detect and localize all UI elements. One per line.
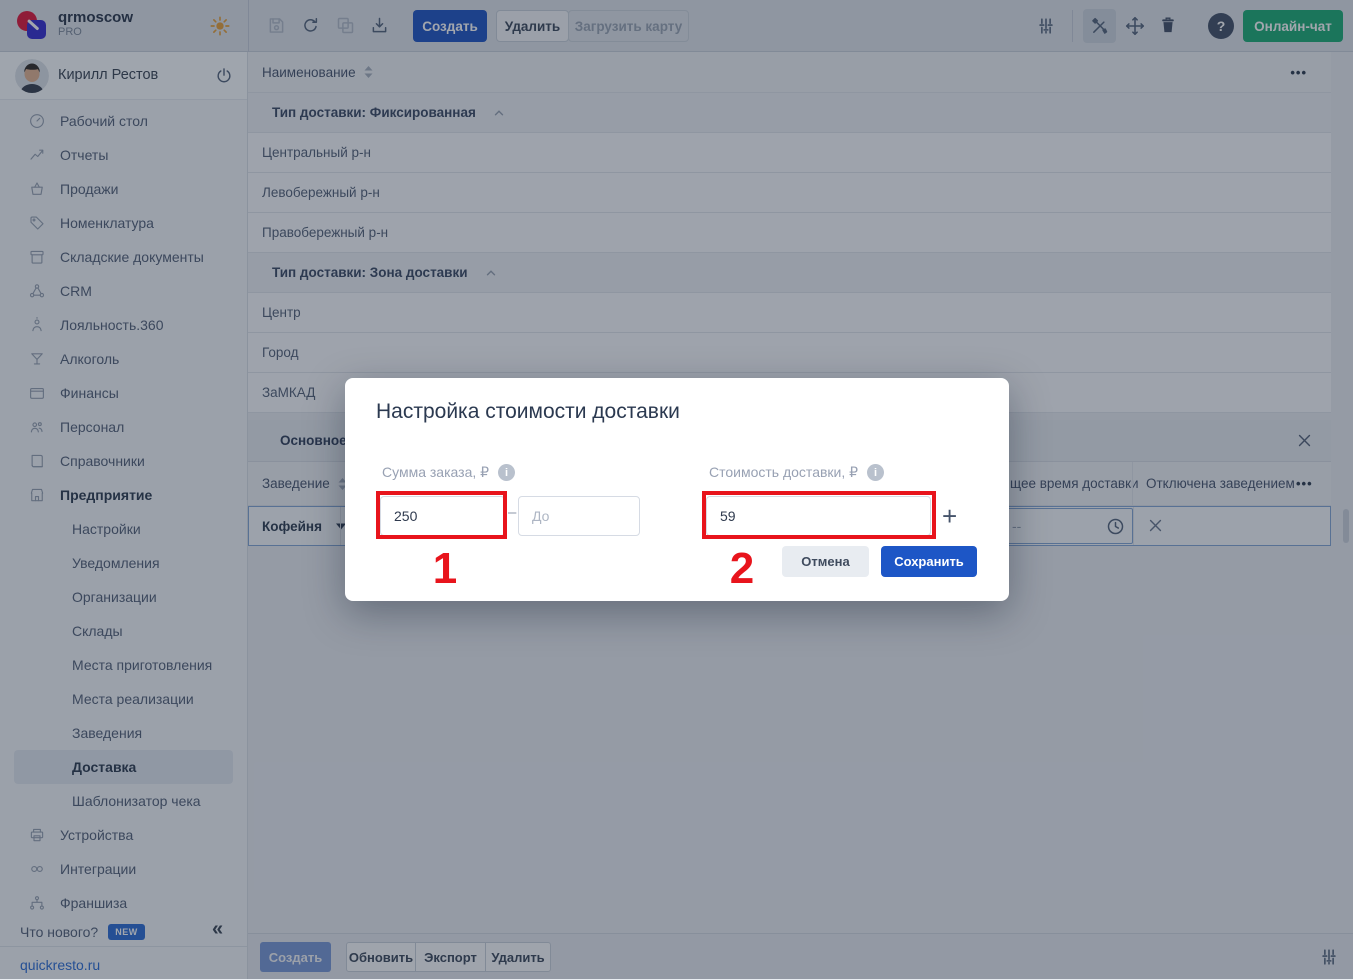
order-sum-to-input[interactable] bbox=[518, 496, 640, 536]
info-icon[interactable]: i bbox=[498, 464, 515, 481]
add-range-button[interactable]: + bbox=[942, 497, 957, 535]
info-icon[interactable]: i bbox=[867, 464, 884, 481]
annotation-box-2 bbox=[702, 491, 936, 539]
modal-title: Настройка стоимости доставки bbox=[376, 400, 680, 424]
save-button[interactable]: Сохранить bbox=[881, 546, 977, 577]
annotation-box-1 bbox=[376, 491, 507, 539]
annotation-number-1: 1 bbox=[425, 544, 465, 594]
delivery-cost-label-row: Стоимость доставки, ₽ i bbox=[709, 464, 884, 481]
cancel-button[interactable]: Отмена bbox=[782, 546, 869, 577]
order-sum-label: Сумма заказа, ₽ bbox=[382, 464, 489, 481]
range-dash: – bbox=[508, 504, 516, 521]
order-sum-label-row: Сумма заказа, ₽ i bbox=[382, 464, 515, 481]
delivery-cost-label: Стоимость доставки, ₽ bbox=[709, 464, 858, 481]
annotation-number-2: 2 bbox=[722, 544, 762, 594]
